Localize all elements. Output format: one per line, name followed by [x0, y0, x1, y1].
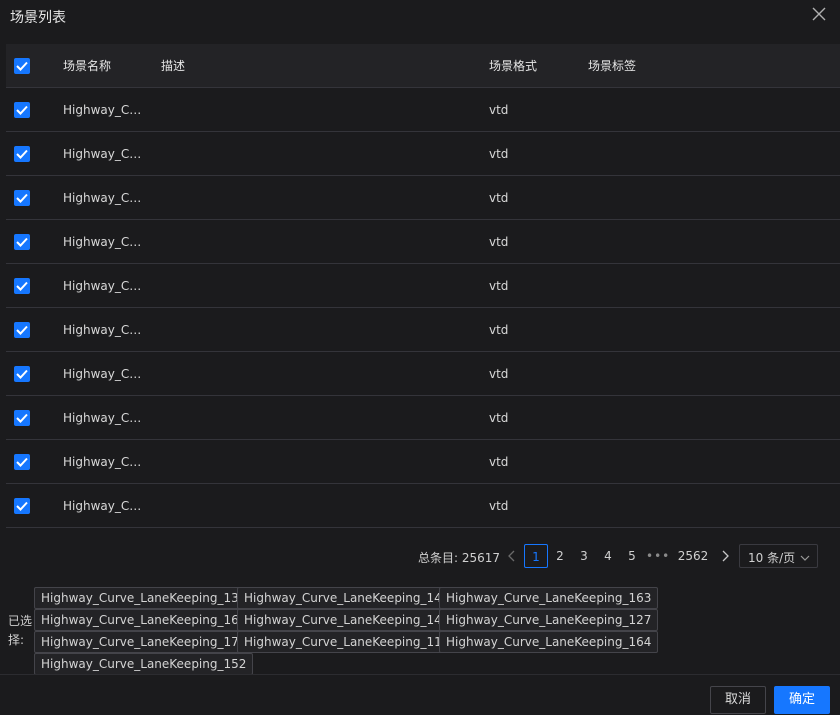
scene-name: Highway_Curve_LaneKeeping_163: [63, 411, 145, 425]
scene-format: vtd: [489, 191, 509, 205]
scene-format: vtd: [489, 147, 509, 161]
page-3[interactable]: 3: [576, 544, 592, 568]
row-checkbox[interactable]: [14, 410, 30, 426]
row-checkbox[interactable]: [14, 454, 30, 470]
row-checkbox[interactable]: [14, 322, 30, 338]
row-checkbox[interactable]: [14, 102, 30, 118]
dialog-title: 场景列表: [10, 10, 66, 26]
scene-name: Highway_Curve_LaneKeeping_160: [63, 147, 145, 161]
dialog-header: 场景列表: [0, 0, 840, 34]
scene-format: vtd: [489, 455, 509, 469]
table-row[interactable]: Highway_Curve_LaneKeeping_152 vtd: [6, 220, 840, 264]
prev-page-icon[interactable]: [505, 544, 519, 568]
dialog-footer: 取消 确定: [0, 674, 840, 715]
selected-chip[interactable]: Highway_Curve_LaneKeeping_147: [237, 609, 457, 631]
selected-chip[interactable]: Highway_Curve_LaneKeeping_163: [439, 587, 659, 609]
selected-chip[interactable]: Highway_Curve_LaneKeeping_141: [237, 587, 457, 609]
table-body: Highway_Curve_LaneKeeping_135vtdHighway_…: [6, 88, 840, 528]
table-row[interactable]: Highway_Curve_LaneKeeping_163 vtd: [6, 396, 840, 440]
row-checkbox[interactable]: [14, 366, 30, 382]
scene-format: vtd: [489, 367, 509, 381]
table-row[interactable]: Highway_Curve_LaneKeeping_114 vtd: [6, 352, 840, 396]
row-checkbox[interactable]: [14, 190, 30, 206]
row-checkbox[interactable]: [14, 498, 30, 514]
selected-chip[interactable]: Highway_Curve_LaneKeeping_127: [439, 609, 659, 631]
scene-name: Highway_Curve_LaneKeeping_127: [63, 455, 145, 469]
page-1[interactable]: 1: [524, 544, 548, 568]
table-row[interactable]: Highway_Curve_LaneKeeping_164 vtd: [6, 484, 840, 528]
selected-label: 已选择:: [8, 614, 33, 647]
close-icon[interactable]: [812, 7, 826, 21]
row-checkbox[interactable]: [14, 234, 30, 250]
selected-chip[interactable]: Highway_Curve_LaneKeeping_160: [34, 609, 254, 631]
scene-format: vtd: [489, 499, 509, 513]
selected-chip[interactable]: Highway_Curve_LaneKeeping_114: [237, 631, 457, 653]
column-header-format: 场景格式: [489, 59, 538, 73]
table-row[interactable]: Highway_Curve_LaneKeeping_135 vtd: [6, 88, 840, 132]
page-2[interactable]: 2: [552, 544, 568, 568]
scene-name: Highway_Curve_LaneKeeping_152: [63, 235, 145, 249]
scene-name: Highway_Curve_LaneKeeping_170: [63, 191, 145, 205]
cancel-button[interactable]: 取消: [710, 686, 766, 714]
table-row[interactable]: Highway_Curve_LaneKeeping_160 vtd: [6, 132, 840, 176]
scene-table: 场景名称 描述 场景格式 场景标签 Highway_Curve_LaneKeep…: [6, 44, 840, 528]
scene-name: Highway_Curve_LaneKeeping_135: [63, 103, 145, 117]
scene-format: vtd: [489, 279, 509, 293]
next-page-icon[interactable]: [718, 544, 732, 568]
page-5[interactable]: 5: [624, 544, 640, 568]
page-last[interactable]: 2562: [676, 544, 710, 568]
page-size-select[interactable]: 10 条/页: [739, 544, 818, 568]
scene-format: vtd: [489, 323, 509, 337]
scene-name: Highway_Curve_LaneKeeping_147: [63, 323, 145, 337]
scene-format: vtd: [489, 411, 509, 425]
scene-name: Highway_Curve_LaneKeeping_141: [63, 279, 145, 293]
page-4[interactable]: 4: [600, 544, 616, 568]
page-size-label: 10 条/页: [748, 551, 796, 565]
selected-chip[interactable]: Highway_Curve_LaneKeeping_164: [439, 631, 659, 653]
row-checkbox[interactable]: [14, 278, 30, 294]
total-count: 总条目: 25617: [418, 551, 501, 565]
scene-format: vtd: [489, 103, 509, 117]
selected-chip[interactable]: Highway_Curve_LaneKeeping_170: [34, 631, 254, 653]
pagination: 总条目: 25617 1 2 3 4 5 ••• 2562 10 条/页: [0, 544, 840, 568]
row-checkbox[interactable]: [14, 146, 30, 162]
scene-format: vtd: [489, 235, 509, 249]
page-ellipsis[interactable]: •••: [646, 544, 670, 568]
select-all-checkbox[interactable]: [14, 58, 30, 74]
selected-chip[interactable]: Highway_Curve_LaneKeeping_152: [34, 653, 254, 675]
column-header-tags: 场景标签: [588, 59, 637, 73]
table-row[interactable]: Highway_Curve_LaneKeeping_127 vtd: [6, 440, 840, 484]
scene-name: Highway_Curve_LaneKeeping_164: [63, 499, 145, 513]
selected-chip[interactable]: Highway_Curve_LaneKeeping_135: [34, 587, 254, 609]
column-header-name: 场景名称: [63, 59, 112, 73]
table-row[interactable]: Highway_Curve_LaneKeeping_141 vtd: [6, 264, 840, 308]
chevron-down-icon: [800, 551, 810, 565]
column-header-desc: 描述: [161, 59, 186, 73]
table-row[interactable]: Highway_Curve_LaneKeeping_147 vtd: [6, 308, 840, 352]
confirm-button[interactable]: 确定: [774, 686, 830, 714]
table-header: 场景名称 描述 场景格式 场景标签: [6, 44, 840, 88]
scene-name: Highway_Curve_LaneKeeping_114: [63, 367, 145, 381]
table-row[interactable]: Highway_Curve_LaneKeeping_170 vtd: [6, 176, 840, 220]
